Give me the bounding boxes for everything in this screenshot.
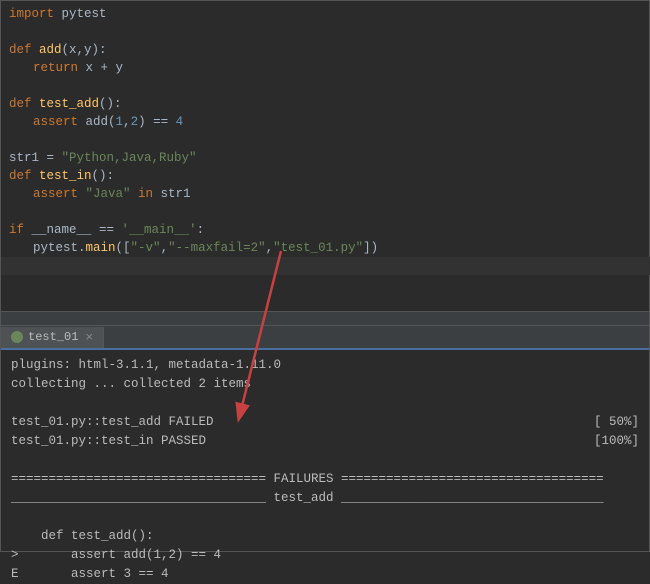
string: "Java" xyxy=(86,187,131,201)
obj: pytest. xyxy=(33,241,86,255)
op: ) == xyxy=(138,115,176,129)
comma: , xyxy=(123,115,131,129)
op: == xyxy=(92,223,122,237)
code-editor[interactable]: import pytest def add(x,y): return x + y… xyxy=(1,1,649,311)
comma: , xyxy=(266,241,274,255)
test-result-fail: test_01.py::test_add FAILED xyxy=(11,415,214,429)
keyword-in: in xyxy=(131,187,161,201)
test-result-pass: test_01.py::test_in PASSED xyxy=(11,434,206,448)
trace-line: > assert add(1,2) == 4 xyxy=(11,546,639,565)
call: add( xyxy=(86,115,116,129)
module-name: pytest xyxy=(54,7,107,21)
keyword-import: import xyxy=(9,7,54,21)
collecting-line: collecting ... collected 2 items xyxy=(11,375,639,394)
function-name: add xyxy=(39,43,62,57)
keyword-assert: assert xyxy=(33,187,86,201)
var: str1 xyxy=(161,187,191,201)
params: (): xyxy=(99,97,122,111)
colon: : xyxy=(197,223,205,237)
trace-line: def test_add(): xyxy=(11,527,639,546)
run-tab-test01[interactable]: test_01 × xyxy=(1,327,104,348)
tab-label: test_01 xyxy=(28,330,78,344)
function-call: main xyxy=(86,241,116,255)
run-icon xyxy=(11,331,23,343)
expr: x + y xyxy=(86,61,124,75)
progress-pct: [ 50%] xyxy=(594,413,639,432)
bracket: ]) xyxy=(363,241,378,255)
keyword-if: if xyxy=(9,223,32,237)
string: "--maxfail=2" xyxy=(168,241,266,255)
keyword-assert: assert xyxy=(33,115,86,129)
comma: , xyxy=(161,241,169,255)
close-icon[interactable]: × xyxy=(85,330,93,345)
keyword-def: def xyxy=(9,169,39,183)
string: "test_01.py" xyxy=(273,241,363,255)
string: '__main__' xyxy=(122,223,197,237)
failures-header: ================================== FAILU… xyxy=(11,470,639,489)
progress-pct: [100%] xyxy=(594,432,639,451)
bracket: ([ xyxy=(116,241,131,255)
terminal-tab-bar: test_01 × xyxy=(1,326,649,350)
number: 1 xyxy=(116,115,124,129)
params: (): xyxy=(92,169,115,183)
keyword-def: def xyxy=(9,97,39,111)
keyword-return: return xyxy=(33,61,86,75)
cursor-line xyxy=(1,257,650,275)
panel-divider[interactable] xyxy=(1,311,649,326)
function-name: test_in xyxy=(39,169,92,183)
function-name: test_add xyxy=(39,97,99,111)
string: "-v" xyxy=(131,241,161,255)
trace-line: E assert 3 == 4 xyxy=(11,565,639,584)
string: "Python,Java,Ruby" xyxy=(62,151,197,165)
keyword-def: def xyxy=(9,43,39,57)
number: 4 xyxy=(176,115,184,129)
plugins-line: plugins: html-3.1.1, metadata-1.11.0 xyxy=(11,356,639,375)
dunder-name: __name__ xyxy=(32,223,92,237)
test-header: __________________________________ test_… xyxy=(11,489,639,508)
params: (x,y): xyxy=(62,43,107,57)
terminal-output[interactable]: plugins: html-3.1.1, metadata-1.11.0 col… xyxy=(1,350,649,550)
var: str1 = xyxy=(9,151,62,165)
number: 2 xyxy=(131,115,139,129)
